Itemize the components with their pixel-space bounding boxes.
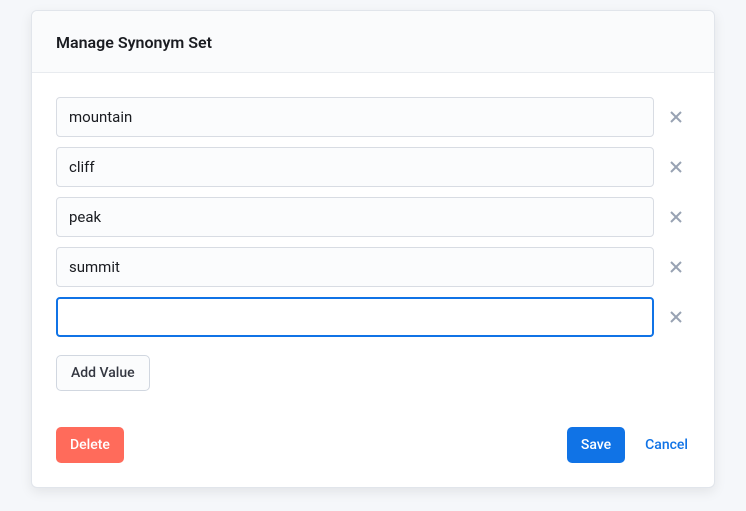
remove-synonym-button[interactable] (662, 303, 690, 331)
synonym-input[interactable] (56, 247, 654, 287)
close-icon (670, 207, 682, 228)
synonym-input[interactable] (56, 197, 654, 237)
add-value-button[interactable]: Add Value (56, 355, 150, 391)
manage-synonym-modal: Manage Synonym Set (31, 10, 715, 488)
synonym-input[interactable] (56, 297, 654, 337)
close-icon (670, 107, 682, 128)
remove-synonym-button[interactable] (662, 203, 690, 231)
remove-synonym-button[interactable] (662, 103, 690, 131)
synonym-row (56, 197, 690, 237)
synonym-row (56, 147, 690, 187)
synonym-row (56, 247, 690, 287)
synonym-input[interactable] (56, 147, 654, 187)
close-icon (670, 257, 682, 278)
remove-synonym-button[interactable] (662, 253, 690, 281)
cancel-button[interactable]: Cancel (643, 433, 690, 457)
modal-header: Manage Synonym Set (32, 11, 714, 73)
footer-right: Save Cancel (567, 427, 690, 463)
remove-synonym-button[interactable] (662, 153, 690, 181)
modal-title: Manage Synonym Set (56, 33, 690, 52)
delete-button[interactable]: Delete (56, 427, 124, 463)
synonym-input[interactable] (56, 97, 654, 137)
close-icon (670, 157, 682, 178)
save-button[interactable]: Save (567, 427, 625, 463)
modal-footer: Delete Save Cancel (32, 415, 714, 487)
close-icon (670, 307, 682, 328)
synonym-row (56, 97, 690, 137)
modal-body: Add Value (32, 73, 714, 415)
synonym-row (56, 297, 690, 337)
